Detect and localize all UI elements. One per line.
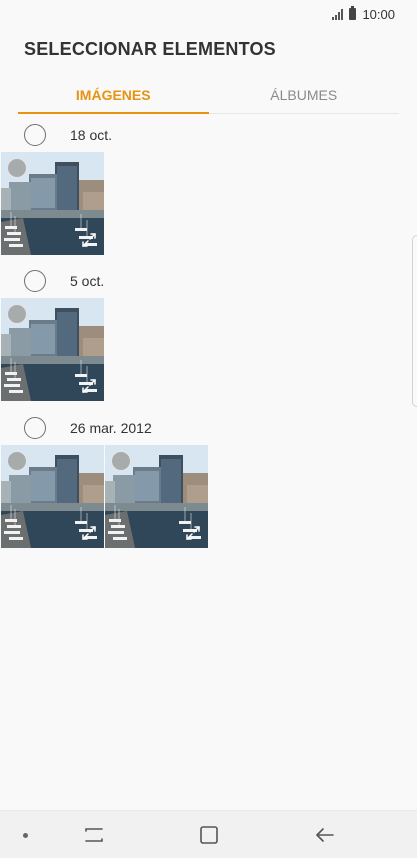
photo-thumbnail[interactable] — [1, 152, 104, 255]
signal-icon — [332, 8, 344, 20]
photo-thumbnail[interactable] — [1, 298, 104, 401]
tab-images[interactable]: IMÁGENES — [18, 78, 209, 114]
expand-icon[interactable] — [81, 378, 97, 394]
date-group-header: 26 mar. 2012 — [24, 417, 152, 439]
page-title: SELECCIONAR ELEMENTOS — [24, 39, 276, 59]
home-icon[interactable] — [197, 823, 221, 847]
expand-icon[interactable] — [81, 525, 97, 541]
photo-thumbnail[interactable] — [105, 445, 208, 548]
back-arrow-icon[interactable] — [313, 823, 337, 847]
select-group-radio[interactable] — [24, 417, 46, 439]
date-group-header: 5 oct. — [24, 270, 104, 292]
select-group-radio[interactable] — [24, 124, 46, 146]
expand-icon[interactable] — [81, 232, 97, 248]
group-date-label: 5 oct. — [70, 273, 105, 289]
group-date-label: 18 oct. — [70, 127, 113, 143]
battery-icon — [349, 6, 357, 20]
expand-icon[interactable] — [185, 525, 201, 541]
select-photo-icon[interactable] — [7, 451, 27, 471]
group-date-label: 26 mar. 2012 — [70, 420, 152, 436]
nav-dot-icon — [23, 833, 28, 838]
navigation-bar — [0, 810, 417, 858]
status-bar: 10:00 — [0, 0, 417, 28]
photo-thumbnail[interactable] — [1, 445, 104, 548]
status-time: 10:00 — [362, 6, 395, 22]
select-group-radio[interactable] — [24, 270, 46, 292]
edge-panel-handle[interactable] — [412, 235, 417, 407]
recents-icon[interactable] — [82, 823, 106, 847]
date-group-header: 18 oct. — [24, 124, 112, 146]
select-photo-icon[interactable] — [111, 451, 131, 471]
tab-albums[interactable]: ÁLBUMES — [209, 78, 400, 113]
select-photo-icon[interactable] — [7, 304, 27, 324]
tab-bar: IMÁGENES ÁLBUMES — [18, 78, 399, 114]
select-photo-icon[interactable] — [7, 158, 27, 178]
